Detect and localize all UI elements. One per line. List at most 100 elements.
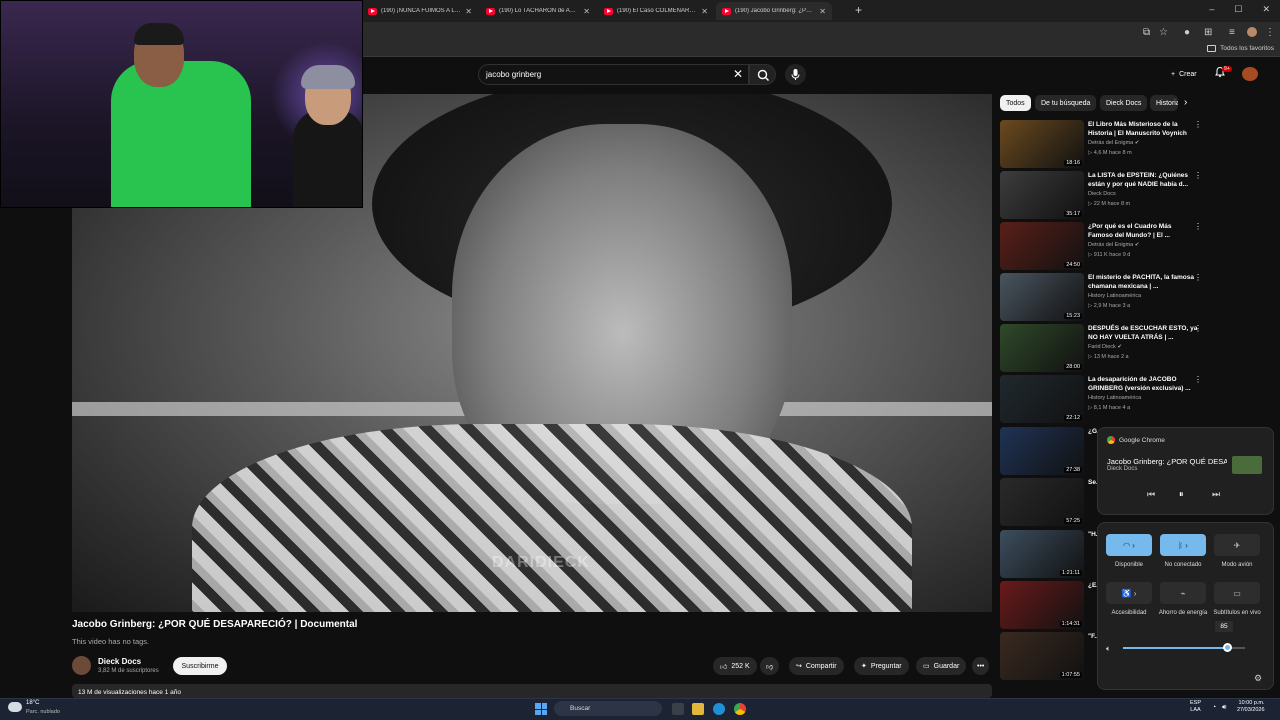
pause-icon[interactable]: ⏸ <box>1179 489 1184 500</box>
file-explorer-icon[interactable] <box>692 703 704 715</box>
close-window-button[interactable]: ✕ <box>1262 4 1270 15</box>
quick-tile-button[interactable]: ▭ <box>1214 582 1260 604</box>
search-query[interactable]: jacobo grinberg <box>486 70 541 79</box>
more-options-icon[interactable]: ⋮ <box>1194 222 1202 231</box>
speaker-icon[interactable]: 🔈︎ <box>1106 644 1111 654</box>
dislike-button[interactable]: 👎︎ <box>760 657 780 675</box>
browser-tab-active[interactable]: (190) Jacobo Grinberg: ¿POR Q...✕ <box>716 2 832 20</box>
puzzle-icon[interactable]: ⊞ <box>1204 27 1212 38</box>
recommended-video[interactable]: 15:23 El misterio de PACHITA, la famosa c… <box>1000 273 1210 321</box>
reading-list-icon[interactable]: ≡ <box>1229 27 1235 38</box>
quick-tile-button[interactable]: ◠ › <box>1106 534 1152 556</box>
video-thumbnail[interactable]: 57:25 <box>1000 478 1084 526</box>
edge-icon[interactable] <box>713 703 725 715</box>
video-thumbnail[interactable]: 15:23 <box>1000 273 1084 321</box>
recommended-video[interactable]: 22:12 La desaparición de JACOBO GRINBERG … <box>1000 375 1210 423</box>
video-description[interactable]: 13 M de visualizaciones hace 1 año <box>72 684 992 698</box>
quick-tile-button[interactable]: ᛒ › <box>1160 534 1206 556</box>
cloud-icon[interactable] <box>8 702 22 712</box>
previous-track-icon[interactable]: ⏮ <box>1147 489 1155 500</box>
recommended-title[interactable]: La LISTA de EPSTEIN: ¿Quiénes están y po… <box>1088 171 1198 189</box>
save-button[interactable]: ▭ Guardar <box>916 657 967 675</box>
recommended-video[interactable]: 24:50 ¿Por qué es el Cuadro Más Famoso de… <box>1000 222 1210 270</box>
clear-search-button[interactable]: ✕ <box>733 67 743 81</box>
browser-tab[interactable]: (190) ¡NUNCA FUIMOS A LA LUNA✕ <box>362 2 478 20</box>
ask-button[interactable]: ✦ Preguntar <box>854 657 909 675</box>
search-button[interactable] <box>749 64 776 85</box>
bookmark-star-icon[interactable]: ☆ <box>1159 27 1168 38</box>
quick-tile-button[interactable]: ♿ › <box>1106 582 1152 604</box>
more-options-icon[interactable]: ⋮ <box>1194 375 1202 384</box>
chip-from-search[interactable]: De tu búsqueda <box>1035 95 1097 111</box>
settings-gear-icon[interactable]: ⚙ <box>1254 673 1262 684</box>
weather-temperature[interactable]: 18°C <box>26 700 39 706</box>
recommended-channel[interactable]: Detrás del Enigma ✔ <box>1088 140 1139 146</box>
recommended-title[interactable]: El misterio de PACHITA, la famosa chaman… <box>1088 273 1198 291</box>
clock[interactable]: 10:00 p.m. 27/03/2026 <box>1237 700 1265 714</box>
recommended-channel[interactable]: Farid Dieck ✔ <box>1088 344 1122 350</box>
recommended-title[interactable]: ¿Por qué es el Cuadro Más Famoso del Mun… <box>1088 222 1198 240</box>
quick-tile-button[interactable]: ✈ <box>1214 534 1260 556</box>
install-icon[interactable]: ⧉ <box>1143 27 1150 38</box>
video-thumbnail[interactable]: 27:38 <box>1000 427 1084 475</box>
recommended-channel[interactable]: History Latinoamérica <box>1088 395 1141 401</box>
menu-icon[interactable]: ⋮ <box>1265 27 1275 38</box>
chrome-taskbar-icon[interactable] <box>734 703 746 715</box>
close-tab-icon[interactable]: ✕ <box>819 7 826 16</box>
browser-tab[interactable]: (190) Lo TACHARON de ARRIE...✕ <box>480 2 596 20</box>
volume-slider-knob[interactable] <box>1222 643 1232 652</box>
recommended-title[interactable]: El Libro Más Misterioso de la Historia |… <box>1088 120 1198 138</box>
video-thumbnail[interactable]: 18:16 <box>1000 120 1084 168</box>
chevron-right-icon[interactable]: › <box>1184 97 1187 108</box>
video-thumbnail[interactable]: 22:12 <box>1000 375 1084 423</box>
account-avatar[interactable] <box>1242 67 1258 81</box>
subscribe-button[interactable]: Suscribirme <box>173 657 227 675</box>
voice-search-button[interactable] <box>785 64 806 85</box>
recommended-video[interactable]: 35:17 La LISTA de EPSTEIN: ¿Quiénes están… <box>1000 171 1210 219</box>
maximize-button[interactable]: ☐ <box>1234 4 1242 15</box>
channel-name[interactable]: Dieck Docs <box>98 657 141 666</box>
video-thumbnail[interactable]: 35:17 <box>1000 171 1084 219</box>
chip-all[interactable]: Todos <box>1000 95 1031 111</box>
video-thumbnail[interactable]: 28:00 <box>1000 324 1084 372</box>
create-button[interactable]: + Crear <box>1163 64 1205 84</box>
wifi-tray-icon[interactable]: ◔ <box>1212 704 1216 711</box>
recommended-video[interactable]: 18:16 El Libro Más Misterioso de la Histo… <box>1000 120 1210 168</box>
task-view-icon[interactable] <box>672 703 684 715</box>
browser-tab[interactable]: (190) El Caso COLMENARES | C...✕ <box>598 2 714 20</box>
channel-avatar[interactable] <box>72 656 91 675</box>
close-tab-icon[interactable]: ✕ <box>465 7 472 16</box>
more-options-icon[interactable]: ⋮ <box>1194 273 1202 282</box>
profile-avatar[interactable] <box>1247 27 1257 37</box>
taskbar-search[interactable]: Buscar <box>554 701 662 716</box>
new-tab-button[interactable]: + <box>855 3 862 17</box>
volume-tray-icon[interactable]: 🔊︎ <box>1222 704 1226 712</box>
windows-start-icon[interactable] <box>535 703 547 715</box>
video-thumbnail[interactable]: 1:07:55 <box>1000 632 1084 680</box>
chip-history[interactable]: Historia <box>1150 95 1178 111</box>
input-language[interactable]: ESP LAA <box>1190 700 1201 714</box>
chip-channel[interactable]: Dieck Docs <box>1100 95 1148 111</box>
extension-icon[interactable]: ● <box>1184 27 1190 38</box>
more-options-icon[interactable]: ⋮ <box>1194 120 1202 129</box>
recommended-title[interactable]: La desaparición de JACOBO GRINBERG (vers… <box>1088 375 1198 393</box>
weather-description[interactable]: Parc. nublado <box>26 709 60 715</box>
more-options-icon[interactable]: ⋮ <box>1194 324 1202 333</box>
close-tab-icon[interactable]: ✕ <box>701 7 708 16</box>
recommended-channel[interactable]: Detrás del Enigma ✔ <box>1088 242 1139 248</box>
video-thumbnail[interactable]: 24:50 <box>1000 222 1084 270</box>
recommended-channel[interactable]: Dieck Docs <box>1088 191 1116 197</box>
recommended-title[interactable]: DESPUÉS de ESCUCHAR ESTO, ya NO HAY VUEL… <box>1088 324 1198 342</box>
quick-tile-button[interactable]: ⌁ <box>1160 582 1206 604</box>
share-button[interactable]: ↪ Compartir <box>789 657 844 675</box>
more-options-icon[interactable]: ⋮ <box>1194 171 1202 180</box>
video-thumbnail[interactable]: 1:14:31 <box>1000 581 1084 629</box>
close-tab-icon[interactable]: ✕ <box>583 7 590 16</box>
minimize-button[interactable]: – <box>1209 4 1214 15</box>
all-bookmarks-button[interactable]: Todos los favoritos <box>1207 45 1274 52</box>
more-actions-button[interactable]: ••• <box>972 657 990 675</box>
like-button[interactable]: 👍︎ 252 K <box>713 657 757 675</box>
video-thumbnail[interactable]: 1:21:11 <box>1000 530 1084 578</box>
recommended-channel[interactable]: History Latinoamérica <box>1088 293 1141 299</box>
recommended-video[interactable]: 28:00 DESPUÉS de ESCUCHAR ESTO, ya NO HAY… <box>1000 324 1210 372</box>
